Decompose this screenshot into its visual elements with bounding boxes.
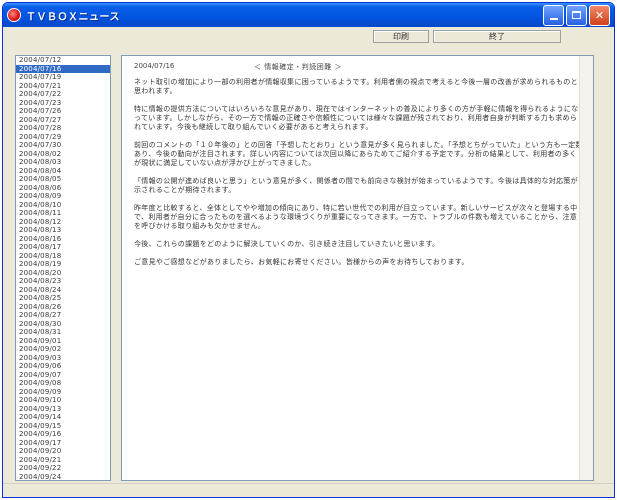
date-list-item[interactable]: 2004/08/03 [16, 158, 110, 167]
date-list-item[interactable]: 2004/09/03 [16, 354, 110, 363]
date-list-item[interactable]: 2004/09/13 [16, 405, 110, 414]
date-list-item[interactable]: 2004/09/02 [16, 345, 110, 354]
status-bar [3, 483, 614, 497]
date-list-item[interactable]: 2004/09/17 [16, 439, 110, 448]
date-list-item[interactable]: 2004/08/13 [16, 226, 110, 235]
date-list-item[interactable]: 2004/09/20 [16, 447, 110, 456]
article-paragraph: 特に情報の提供方法についてはいろいろな意見があり、現在ではインターネットの普及に… [134, 105, 579, 131]
date-list-item[interactable]: 2004/08/27 [16, 311, 110, 320]
date-list-item[interactable]: 2004/08/02 [16, 150, 110, 159]
maximize-icon [572, 11, 581, 19]
title-bar[interactable]: ＴＶＢＯＸニュース ✕ [3, 3, 614, 27]
date-list-item[interactable]: 2004/08/30 [16, 320, 110, 329]
date-list-item[interactable]: 2004/09/21 [16, 456, 110, 465]
window-title: ＴＶＢＯＸニュース [26, 11, 120, 23]
date-list-item[interactable]: 2004/09/06 [16, 362, 110, 371]
article-paragraph: 昨年度と比較すると、全体としてやや増加の傾向にあり、特に若い世代での利用が目立っ… [134, 204, 578, 230]
date-list-item[interactable]: 2004/08/11 [16, 209, 110, 218]
app-icon [7, 8, 21, 22]
date-list-item[interactable]: 2004/07/12 [16, 56, 110, 65]
date-list-item[interactable]: 2004/09/15 [16, 422, 110, 431]
date-list-item[interactable]: 2004/08/17 [16, 243, 110, 252]
quit-button[interactable]: 終了 [433, 30, 561, 43]
date-list-item[interactable]: 2004/07/21 [16, 82, 110, 91]
date-list-item[interactable]: 2004/09/16 [16, 430, 110, 439]
toolbar: 印刷 終了 [3, 27, 614, 45]
date-list-item[interactable]: 2004/09/08 [16, 379, 110, 388]
date-list-item[interactable]: 2004/08/06 [16, 184, 110, 193]
article-paragraph: 「情報の公開が進めば良いと思う」という意見が多く、関係者の間でも前向きな検討が始… [134, 177, 578, 194]
date-list-item[interactable]: 2004/07/19 [16, 73, 110, 82]
date-list-item[interactable]: 2004/07/26 [16, 107, 110, 116]
date-list-item[interactable]: 2004/07/28 [16, 124, 110, 133]
article-date: 2004/07/16 [134, 62, 175, 70]
date-list-item[interactable]: 2004/07/29 [16, 133, 110, 142]
date-list-item[interactable]: 2004/07/23 [16, 99, 110, 108]
print-button[interactable]: 印刷 [373, 30, 429, 43]
date-list-item[interactable]: 2004/08/25 [16, 294, 110, 303]
article-header: 2004/07/16 ＜ 情報確定・判読困難 ＞ [134, 62, 583, 72]
article-title: ＜ 情報確定・判読困難 ＞ [254, 63, 342, 71]
date-list-item[interactable]: 2004/07/22 [16, 90, 110, 99]
date-list-item[interactable]: 2004/08/23 [16, 277, 110, 286]
date-list-item[interactable]: 2004/09/01 [16, 337, 110, 346]
app-window: ＴＶＢＯＸニュース ✕ 印刷 終了 2004/07/12 2004/07/16 20… [2, 2, 615, 498]
date-list-item[interactable]: 2004/09/24 [16, 473, 110, 481]
date-list-item[interactable]: 2004/08/31 [16, 328, 110, 337]
date-list-item[interactable]: 2004/08/10 [16, 201, 110, 210]
date-list-item[interactable]: 2004/08/19 [16, 260, 110, 269]
date-list-item[interactable]: 2004/08/24 [16, 286, 110, 295]
date-list-item-selected[interactable]: 2004/07/16 [16, 64, 110, 73]
date-list-item[interactable]: 2004/09/09 [16, 388, 110, 397]
date-list-item[interactable]: 2004/08/04 [16, 167, 110, 176]
date-list-item[interactable]: 2004/09/07 [16, 371, 110, 380]
close-icon: ✕ [594, 8, 605, 22]
date-list-item[interactable]: 2004/08/09 [16, 192, 110, 201]
date-list-item[interactable]: 2004/09/10 [16, 396, 110, 405]
date-list-item[interactable]: 2004/09/14 [16, 413, 110, 422]
close-button[interactable]: ✕ [589, 4, 610, 26]
content-scrollbar[interactable] [579, 56, 593, 480]
date-list-item[interactable]: 2004/09/22 [16, 464, 110, 473]
article-paragraph: 前回のコメントの「１０年後の」との回答「予想したとおり」という意見が多く見られま… [134, 141, 583, 167]
date-list-item[interactable]: 2004/08/26 [16, 303, 110, 312]
date-list-item[interactable]: 2004/08/16 [16, 235, 110, 244]
date-list-item[interactable]: 2004/08/20 [16, 269, 110, 278]
date-list-item[interactable]: 2004/07/27 [16, 116, 110, 125]
article-paragraph: 今後、これらの課題をどのように解決していくのか、引き続き注目していきたいと思いま… [134, 240, 440, 248]
date-list-item[interactable]: 2004/08/12 [16, 218, 110, 227]
date-list-item[interactable]: 2004/08/05 [16, 175, 110, 184]
date-list[interactable]: 2004/07/12 2004/07/16 2004/07/19 2004/07/21… [15, 55, 111, 481]
date-list-item[interactable]: 2004/07/30 [16, 141, 110, 150]
date-list-item[interactable]: 2004/08/18 [16, 252, 110, 261]
minimize-icon [549, 17, 558, 20]
window-controls: ✕ [543, 4, 610, 26]
article-content: 2004/07/16 ＜ 情報確定・判読困難 ＞ ネット取引の増加により一部の利… [121, 55, 594, 481]
article-body: ネット取引の増加により一部の利用者が情報収集に困っているようです。利用者側の視点… [134, 78, 583, 267]
minimize-button[interactable] [543, 4, 564, 26]
article-paragraph: ご意見やご感想などがありましたら、お気軽にお寄せください。皆様からの声をお待ちし… [134, 258, 469, 266]
maximize-button[interactable] [566, 4, 587, 26]
article-paragraph: ネット取引の増加により一部の利用者が情報収集に困っているようです。利用者側の視点… [134, 78, 578, 95]
